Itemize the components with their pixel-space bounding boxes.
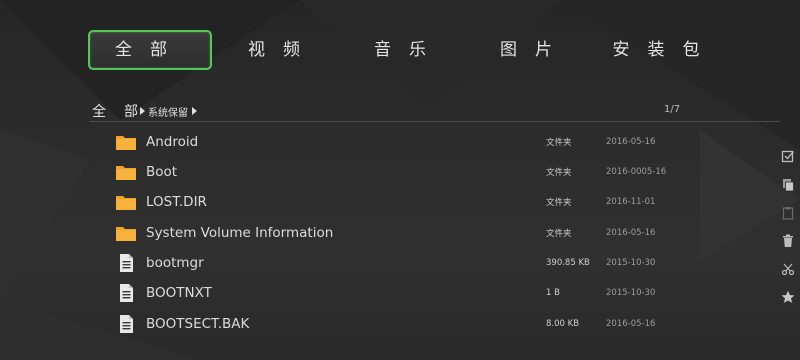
list-item[interactable]: BOOTSECT.BAK 8.00 KB 2016-05-16	[110, 310, 710, 338]
document-icon	[115, 283, 137, 303]
paste-icon[interactable]	[780, 205, 796, 221]
document-icon	[115, 314, 137, 334]
tab-apk[interactable]: 安装包	[610, 30, 720, 70]
file-size: 文件夹	[546, 229, 572, 239]
folder-icon	[115, 132, 137, 152]
breadcrumb-root[interactable]: 全部	[92, 101, 156, 121]
file-date: 2016-05-16	[606, 228, 656, 238]
breadcrumb: 全部 系统保留	[92, 101, 197, 121]
copy-icon[interactable]	[780, 177, 796, 193]
folder-icon	[115, 223, 137, 243]
file-date: 2016-05-16	[606, 319, 656, 329]
file-size: 文件夹	[546, 138, 572, 148]
select-all-icon[interactable]	[780, 148, 796, 164]
file-name: System Volume Information	[146, 225, 334, 241]
file-date: 2016-05-16	[606, 137, 656, 147]
tab-pictures[interactable]: 图片	[490, 30, 580, 70]
file-name: Android	[146, 134, 199, 150]
file-date: 2015-10-30	[606, 288, 656, 298]
list-item[interactable]: Android 文件夹 2016-05-16	[110, 128, 710, 156]
page-counter: 1/7	[664, 104, 681, 115]
list-item[interactable]: LOST.DIR 文件夹 2016-11-01	[110, 188, 710, 216]
file-name: bootmgr	[146, 255, 204, 271]
file-date: 2015-10-30	[606, 258, 656, 268]
file-name: BOOTSECT.BAK	[146, 316, 250, 332]
file-name: Boot	[146, 164, 178, 180]
document-icon	[115, 253, 137, 273]
list-item[interactable]: BOOTNXT 1 B 2015-10-30	[110, 279, 710, 307]
breadcrumb-current[interactable]: 系统保留	[148, 104, 188, 119]
file-date: 2016-11-01	[606, 197, 656, 207]
file-size: 1 B	[546, 288, 560, 298]
tab-all[interactable]: 全部	[88, 30, 212, 70]
list-item[interactable]: bootmgr 390.85 KB 2015-10-30	[110, 249, 710, 277]
favorite-icon[interactable]	[780, 289, 796, 305]
breadcrumb-separator-icon	[192, 107, 197, 115]
category-tabs: 全部 视频 音乐 图片 安装包	[88, 30, 728, 70]
cut-icon[interactable]	[780, 261, 796, 277]
file-size: 390.85 KB	[546, 258, 590, 268]
divider	[90, 121, 780, 122]
file-date: 2016-0005-16	[606, 167, 667, 177]
file-size: 8.00 KB	[546, 319, 580, 329]
list-item[interactable]: Boot 文件夹 2016-0005-16	[110, 158, 710, 186]
file-size: 文件夹	[546, 168, 572, 178]
file-name: LOST.DIR	[146, 194, 207, 210]
delete-icon[interactable]	[780, 233, 796, 249]
file-size: 文件夹	[546, 198, 572, 208]
folder-icon	[115, 162, 137, 182]
folder-icon	[115, 192, 137, 212]
breadcrumb-separator-icon	[140, 107, 145, 115]
tab-video[interactable]: 视频	[238, 30, 328, 70]
file-name: BOOTNXT	[146, 285, 212, 301]
list-item[interactable]: System Volume Information 文件夹 2016-05-16	[110, 219, 710, 247]
tab-music[interactable]: 音乐	[364, 30, 454, 70]
